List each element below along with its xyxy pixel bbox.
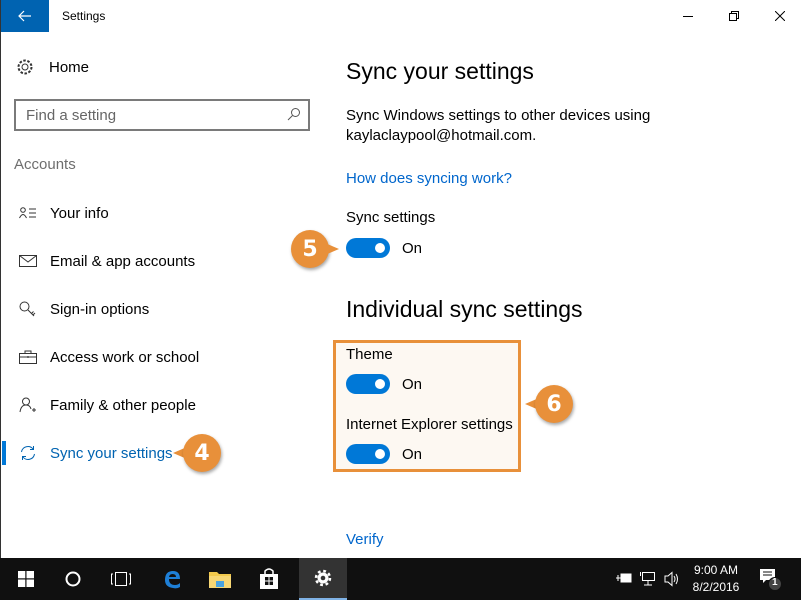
- callout-number: 4: [183, 434, 221, 472]
- sidebar-item-label: Sync your settings: [50, 444, 173, 462]
- callout-step-6: 6: [525, 385, 573, 423]
- minimize-button[interactable]: [665, 0, 711, 32]
- sync-settings-toggle-row[interactable]: On: [346, 238, 422, 258]
- home-link[interactable]: Home: [16, 58, 89, 76]
- active-indicator: [2, 441, 6, 465]
- sync-icon: [18, 445, 38, 461]
- clock[interactable]: 9:00 AM 8/2/2016: [683, 562, 749, 596]
- back-button[interactable]: [1, 0, 49, 32]
- settings-taskbar-button[interactable]: [299, 558, 347, 600]
- verify-link[interactable]: Verify: [346, 531, 384, 548]
- toggle-knob: [375, 449, 385, 459]
- callout-step-4: 4: [173, 434, 221, 472]
- file-explorer-button[interactable]: [196, 558, 244, 600]
- restore-button[interactable]: [711, 0, 757, 32]
- callout-number: 6: [535, 385, 573, 423]
- notification-count: 1: [772, 577, 778, 588]
- restore-icon: [729, 11, 739, 21]
- minimize-icon: [683, 16, 693, 17]
- sidebar-item-sync-your-settings[interactable]: Sync your settings: [1, 433, 321, 473]
- sidebar-item-email-app-accounts[interactable]: Email & app accounts: [1, 241, 321, 281]
- folder-icon: [209, 572, 231, 588]
- toggle-state: On: [402, 239, 423, 257]
- task-view-button[interactable]: [97, 558, 145, 600]
- ie-settings-label: Internet Explorer settings: [346, 416, 513, 433]
- volume-icon[interactable]: [664, 571, 680, 587]
- cortana-circle-icon: [65, 571, 81, 587]
- back-arrow-icon: [18, 10, 31, 22]
- callout-number: 5: [291, 230, 329, 268]
- start-button[interactable]: [2, 558, 50, 600]
- sync-settings-toggle[interactable]: [346, 238, 390, 258]
- home-label: Home: [49, 58, 90, 76]
- callout-pointer: [325, 243, 339, 255]
- edge-icon: [165, 571, 180, 589]
- gear-icon: [314, 569, 332, 587]
- individual-sync-title: Individual sync settings: [346, 296, 583, 322]
- mail-icon: [18, 255, 38, 267]
- sync-settings-label: Sync settings: [346, 209, 436, 226]
- windows-logo-icon: [18, 571, 34, 587]
- theme-toggle[interactable]: [346, 374, 390, 394]
- page-title: Sync your settings: [346, 58, 534, 84]
- search-icon[interactable]: [287, 107, 301, 121]
- sidebar-item-label: Access work or school: [50, 348, 200, 366]
- toggle-state: On: [402, 445, 423, 463]
- close-button[interactable]: [757, 0, 801, 32]
- theme-label: Theme: [346, 346, 393, 363]
- ie-settings-toggle[interactable]: [346, 444, 390, 464]
- sync-description: Sync Windows settings to other devices u…: [346, 107, 651, 144]
- sidebar: Home Accounts Your info Email & app acco…: [1, 32, 321, 558]
- sidebar-item-sign-in-options[interactable]: Sign-in options: [1, 289, 321, 329]
- theme-toggle-row[interactable]: On: [346, 374, 422, 394]
- add-person-icon: [18, 397, 38, 413]
- sidebar-item-label: Your info: [50, 204, 109, 222]
- title-bar: Settings: [1, 0, 801, 32]
- briefcase-icon: [18, 350, 38, 364]
- toggle-knob: [375, 243, 385, 253]
- gear-icon: [16, 58, 36, 76]
- task-view-icon: [111, 572, 131, 586]
- close-icon: [775, 11, 785, 21]
- ie-settings-toggle-row[interactable]: On: [346, 444, 422, 464]
- network-icon[interactable]: [640, 571, 656, 587]
- toggle-state: On: [402, 375, 423, 393]
- cortana-button[interactable]: [49, 558, 97, 600]
- section-label-accounts: Accounts: [14, 156, 76, 173]
- window-title: Settings: [62, 9, 106, 23]
- taskbar: 9:00 AM 8/2/2016 1: [0, 558, 801, 600]
- sidebar-item-access-work-school[interactable]: Access work or school: [1, 337, 321, 377]
- battery-icon[interactable]: [616, 571, 632, 585]
- search-box: [14, 99, 310, 131]
- toggle-knob: [375, 379, 385, 389]
- action-center-button[interactable]: 1: [760, 568, 784, 592]
- store-bag-icon: [260, 568, 278, 589]
- sidebar-item-label: Sign-in options: [50, 300, 150, 318]
- key-icon: [18, 301, 38, 317]
- settings-window: Settings Home Accounts Your info: [0, 0, 801, 558]
- sidebar-item-label: Email & app accounts: [50, 252, 196, 270]
- store-button[interactable]: [245, 558, 293, 600]
- search-input[interactable]: [26, 106, 276, 124]
- callout-step-5: 5: [291, 230, 339, 268]
- clock-date: 8/2/2016: [692, 580, 740, 594]
- sidebar-item-family-other-people[interactable]: Family & other people: [1, 385, 321, 425]
- sidebar-item-label: Family & other people: [50, 396, 196, 414]
- contact-info-icon: [18, 207, 38, 219]
- clock-time: 9:00 AM: [693, 563, 739, 577]
- edge-button[interactable]: [148, 558, 196, 600]
- how-syncing-works-link[interactable]: How does syncing work?: [346, 170, 512, 187]
- sidebar-item-your-info[interactable]: Your info: [1, 193, 321, 233]
